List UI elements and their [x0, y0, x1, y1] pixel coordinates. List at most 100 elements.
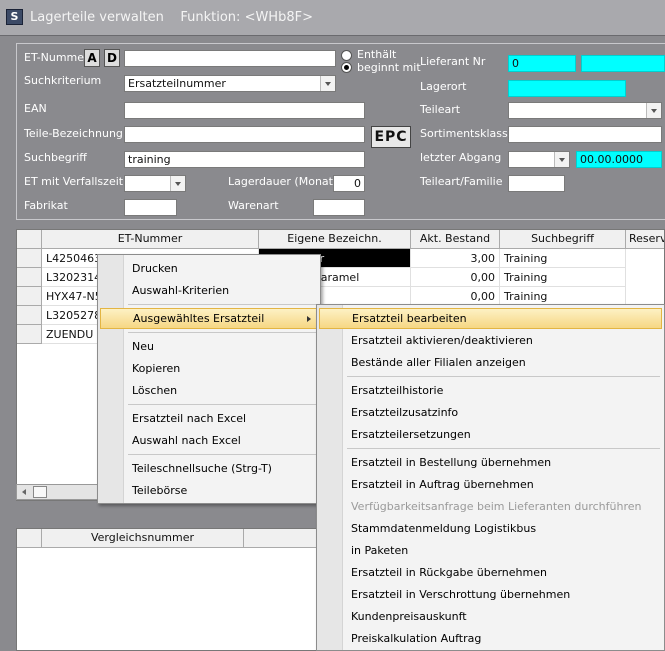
suchkriterium-select[interactable]: Ersatzteilnummer — [124, 75, 336, 92]
letzter-abgang-date[interactable]: 00.00.0000 — [576, 151, 662, 168]
letzter-abgang-select[interactable] — [508, 151, 570, 168]
teileart-familie-input[interactable] — [508, 175, 565, 192]
menu-item-label: Ausgewähltes Ersatzteil — [133, 312, 265, 325]
frame-top-line — [16, 43, 665, 44]
teile-bez-input[interactable] — [124, 126, 365, 143]
menu-item-auswahl-excel[interactable]: Auswahl nach Excel — [100, 430, 318, 451]
menu-item-drucken[interactable]: Drucken — [100, 258, 318, 279]
row-header[interactable] — [17, 287, 42, 306]
lagerdauer-label: Lagerdauer (Monate) — [228, 175, 345, 188]
col-akt-bestand[interactable]: Akt. Bestand — [411, 230, 500, 249]
radio-contains[interactable] — [341, 50, 352, 61]
table-cell[interactable]: 0,00 — [411, 268, 500, 287]
fabrikat-label: Fabrikat — [24, 199, 68, 212]
teileart-label: Teileart — [420, 103, 461, 116]
submenu-item-auftrag[interactable]: Ersatzteil in Auftrag übernehmen — [319, 474, 662, 495]
sortiment-label: Sortimentsklassen — [420, 127, 522, 140]
submenu-item-preiskalkulation[interactable]: Preiskalkulation Auftrag — [319, 628, 662, 649]
row-header[interactable] — [17, 306, 42, 325]
menu-item-ersatzteil-excel[interactable]: Ersatzteil nach Excel — [100, 408, 318, 429]
suchbegriff-input[interactable]: training — [124, 151, 365, 168]
fabrikat-input[interactable] — [124, 199, 177, 216]
menu-separator — [347, 448, 660, 449]
col-et-nummer[interactable]: ET-Nummer — [42, 230, 259, 249]
letzter-abgang-label: letzter Abgang — [420, 151, 502, 164]
lieferant-input[interactable]: 0 — [508, 55, 576, 72]
function-label: Funktion: <WHb8F> — [180, 10, 313, 25]
et-nummer-input[interactable] — [124, 50, 336, 67]
col-vergleichsnummer[interactable]: Vergleichsnummer — [42, 529, 244, 548]
submenu-arrow-icon — [307, 316, 311, 322]
submenu-item-bestaende[interactable]: Bestände aller Filialen anzeigen — [319, 352, 662, 373]
submenu-item-bearbeiten[interactable]: Ersatzteil bearbeiten — [319, 308, 662, 329]
row-header[interactable] — [17, 249, 42, 268]
lieferant-label: Lieferant Nr — [420, 55, 486, 68]
col-eigene-bez[interactable]: Eigene Bezeichn. — [259, 230, 411, 249]
submenu-item-logistikbus[interactable]: Stammdatenmeldung Logistikbus — [319, 518, 662, 539]
menu-item-auswahl-kriterien[interactable]: Auswahl-Kriterien — [100, 280, 318, 301]
grid-corner — [17, 529, 42, 548]
suchkriterium-label: Suchkriterium — [24, 74, 102, 87]
chevron-down-icon[interactable] — [646, 103, 661, 118]
window-title: Lagerteile verwalten Funktion: <WHb8F> — [30, 10, 313, 25]
menu-item-kopieren[interactable]: Kopieren — [100, 358, 318, 379]
epc-button[interactable]: EPC — [371, 126, 411, 148]
menu-separator — [128, 304, 316, 305]
chevron-down-icon[interactable] — [554, 152, 569, 167]
chevron-down-icon[interactable] — [320, 76, 335, 91]
context-menu: Drucken Auswahl-Kriterien Ausgewähltes E… — [97, 254, 321, 504]
submenu-item-zusatzinfo[interactable]: Ersatzteilzusatzinfo — [319, 402, 662, 423]
lagerdauer-input[interactable]: 0 — [333, 175, 365, 192]
chevron-down-icon[interactable] — [170, 176, 185, 191]
submenu-item-kundenpreis[interactable]: Kundenpreisauskunft — [319, 606, 662, 627]
horizontal-scrollbar[interactable] — [16, 484, 106, 500]
warenart-label: Warenart — [228, 199, 279, 212]
lagerort-label: Lagerort — [420, 80, 467, 93]
submenu-item-verschrottung[interactable]: Ersatzteil in Verschrottung übernehmen — [319, 584, 662, 605]
lieferant-name-input[interactable] — [581, 55, 665, 72]
submenu-item-ersetzungen[interactable]: Ersatzteilersetzungen — [319, 424, 662, 445]
a-button[interactable]: A — [84, 49, 100, 67]
app-icon[interactable]: S — [6, 9, 23, 25]
frame-left-line — [16, 43, 17, 219]
ean-input[interactable] — [124, 102, 365, 119]
et-verfall-select[interactable] — [124, 175, 186, 192]
d-button[interactable]: D — [104, 49, 120, 67]
menu-item-loeschen[interactable]: Löschen — [100, 380, 318, 401]
menu-item-neu[interactable]: Neu — [100, 336, 318, 357]
submenu-item-aktivieren[interactable]: Ersatzteil aktivieren/deaktivieren — [319, 330, 662, 351]
teile-bez-label: Teile-Bezeichnung — [24, 127, 123, 140]
table-cell[interactable]: Training — [500, 249, 626, 268]
submenu-item-verfuegbarkeit: Verfügbarkeitsanfrage beim Lieferanten d… — [351, 500, 642, 513]
row-header[interactable] — [17, 325, 42, 344]
sortiment-input[interactable] — [508, 126, 662, 143]
row-header[interactable] — [17, 268, 42, 287]
col-suchbegriff[interactable]: Suchbegriff — [500, 230, 626, 249]
menu-item-teileboerse[interactable]: Teilebörse — [100, 480, 318, 501]
submenu-item-pakete[interactable]: in Paketen — [319, 540, 662, 561]
suchkriterium-value: Ersatzteilnummer — [128, 77, 226, 90]
table-cell[interactable]: 3,00 — [411, 249, 500, 268]
scroll-left-icon[interactable] — [18, 486, 31, 498]
lagerort-input[interactable] — [508, 80, 626, 97]
submenu-item-historie[interactable]: Ersatzteilhistorie — [319, 380, 662, 401]
col-reserviert[interactable]: Reservi — [626, 230, 664, 249]
menu-item-teileschnellsuche[interactable]: Teileschnellsuche (Strg-T) — [100, 458, 318, 479]
scroll-thumb[interactable] — [33, 486, 47, 498]
table-cell[interactable]: Training — [500, 268, 626, 287]
radio-begins[interactable] — [341, 62, 352, 73]
menu-item-ausgewaehltes-ersatzteil[interactable]: Ausgewähltes Ersatzteil — [100, 308, 318, 329]
et-verfall-label: ET mit Verfallszeit — [24, 175, 124, 188]
teileart-select[interactable] — [508, 102, 662, 119]
teileart-familie-label: Teileart/Familie — [420, 175, 503, 188]
ean-label: EAN — [24, 102, 47, 115]
window-title-text: Lagerteile verwalten — [30, 10, 164, 25]
menu-separator — [128, 404, 316, 405]
radio-contains-label: Enthält — [357, 48, 397, 61]
menu-separator — [128, 454, 316, 455]
submenu-item-rueckgabe[interactable]: Ersatzteil in Rückgabe übernehmen — [319, 562, 662, 583]
submenu: Ersatzteil bearbeiten Ersatzteil aktivie… — [316, 304, 665, 651]
submenu-item-bestellung[interactable]: Ersatzteil in Bestellung übernehmen — [319, 452, 662, 473]
et-nummer-label: ET-Nummer — [24, 51, 89, 64]
warenart-input[interactable] — [313, 199, 365, 216]
